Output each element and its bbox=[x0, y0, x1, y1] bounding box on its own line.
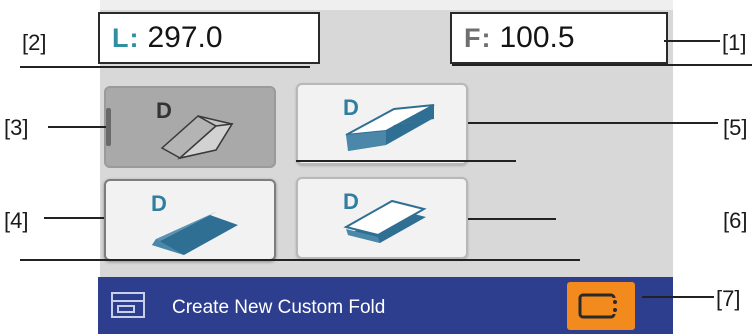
flat-stack-icon bbox=[343, 199, 427, 243]
leader-line-2 bbox=[20, 66, 310, 68]
leader-line-1a bbox=[664, 40, 720, 42]
fold-type-single-tile[interactable]: D bbox=[104, 179, 276, 261]
callout-4: [4] bbox=[4, 208, 29, 233]
custom-fold-icon bbox=[111, 292, 145, 318]
callout-1: [1] bbox=[722, 30, 747, 55]
length-value: 297.0 bbox=[147, 21, 223, 54]
tent-fold-icon bbox=[160, 115, 234, 160]
leader-line-7 bbox=[642, 296, 714, 298]
leader-line-5a bbox=[468, 122, 718, 124]
exit-icon bbox=[578, 293, 618, 319]
callout-7: [7] bbox=[716, 286, 741, 311]
fold-type-tent-tile[interactable]: D bbox=[104, 86, 276, 168]
leader-line-4 bbox=[44, 217, 104, 219]
leader-line-4b bbox=[20, 259, 580, 261]
leader-line-1b bbox=[452, 64, 752, 66]
leader-line-6 bbox=[468, 218, 556, 220]
z-fold-icon bbox=[345, 104, 435, 151]
exit-button[interactable] bbox=[567, 282, 635, 330]
leader-line-5b bbox=[296, 160, 516, 162]
fold-position-field[interactable]: F: 100.5 bbox=[450, 12, 668, 64]
length-prefix: L: bbox=[112, 22, 140, 53]
callout-6: [6] bbox=[723, 208, 748, 233]
fold-prefix: F: bbox=[464, 22, 492, 53]
length-field[interactable]: L: 297.0 bbox=[98, 12, 320, 64]
create-custom-fold-label: Create New Custom Fold bbox=[172, 297, 386, 318]
fold-type-z-tile[interactable]: D bbox=[296, 83, 468, 165]
callout-2: [2] bbox=[22, 30, 47, 55]
callout-3: [3] bbox=[4, 115, 29, 140]
top-strip bbox=[100, 0, 673, 10]
fold-type-flat-tile[interactable]: D bbox=[296, 177, 468, 259]
single-fold-icon bbox=[152, 211, 238, 255]
leader-line-3 bbox=[48, 126, 106, 128]
callout-5: [5] bbox=[723, 115, 748, 140]
fold-value: 100.5 bbox=[499, 21, 575, 54]
